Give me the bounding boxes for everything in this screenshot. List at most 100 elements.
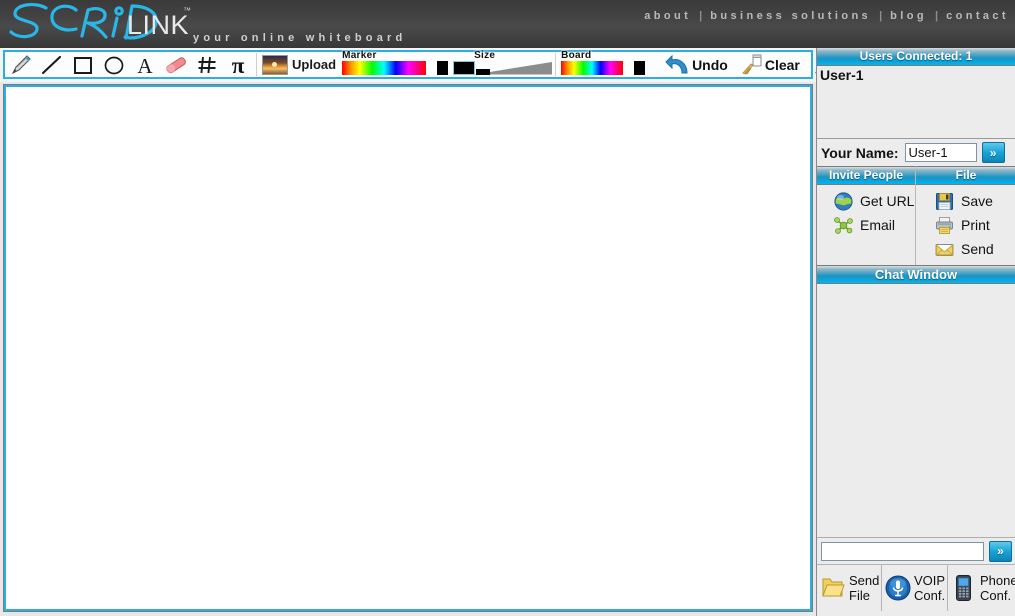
folder-icon xyxy=(820,573,846,603)
nav-separator: | xyxy=(935,10,939,22)
whiteboard-canvas[interactable] xyxy=(3,84,813,612)
marker-swatch-white[interactable] xyxy=(426,61,438,75)
text-tool[interactable]: A xyxy=(129,52,160,77)
rectangle-tool[interactable] xyxy=(67,52,98,77)
marker-swatch-black[interactable] xyxy=(437,61,449,75)
chat-input-row: » xyxy=(817,538,1015,564)
board-rainbow-swatches[interactable] xyxy=(561,61,624,75)
size-label: Size xyxy=(474,50,496,61)
marker-rainbow-swatches[interactable] xyxy=(342,61,427,75)
broom-icon xyxy=(742,54,762,75)
main-nav: about | business solutions | blog | cont… xyxy=(640,10,1013,22)
phone-conf-button[interactable]: Phone Conf. xyxy=(947,565,1015,611)
your-name-label: Your Name: xyxy=(821,144,899,161)
send-file-button[interactable]: Send File xyxy=(817,565,881,611)
nav-item-contact[interactable]: contact xyxy=(942,10,1013,22)
printer-icon xyxy=(934,215,955,236)
your-name-input[interactable] xyxy=(904,143,977,162)
list-item: User-1 xyxy=(820,67,864,83)
bottom-action-bar: Send File VOIP Conf. Phone Conf. xyxy=(817,564,1015,611)
board-color-picker[interactable]: Board xyxy=(561,50,657,77)
chat-message-list xyxy=(817,284,1015,538)
invite-people-body: Get URL Email xyxy=(817,185,915,259)
line-tool[interactable] xyxy=(36,52,67,77)
board-label: Board xyxy=(561,50,592,61)
envelope-icon xyxy=(934,239,955,260)
rectangle-icon xyxy=(73,56,92,74)
chevron-right-double-icon: » xyxy=(989,145,997,160)
file-panel: File Save Print Send xyxy=(916,166,1015,265)
nav-item-about[interactable]: about xyxy=(640,10,695,22)
users-connected-count: 1 xyxy=(965,49,973,63)
chat-window-header: Chat Window xyxy=(817,265,1015,284)
users-connected-header: Users Connected: 1 xyxy=(817,48,1015,66)
pen-icon xyxy=(11,54,31,74)
users-list: User-1 xyxy=(817,66,1015,139)
network-icon xyxy=(833,215,854,236)
send-button[interactable]: Send xyxy=(916,237,1015,261)
floppy-disk-icon xyxy=(934,191,955,212)
marker-label: Marker xyxy=(342,50,377,61)
upload-button[interactable]: Upload xyxy=(262,54,337,75)
upload-label: Upload xyxy=(292,57,337,72)
toolbar-divider xyxy=(256,53,257,76)
users-connected-label: Users Connected: xyxy=(859,49,963,63)
undo-arrow-icon xyxy=(665,54,688,73)
save-label: Save xyxy=(961,193,993,209)
voip-conf-button[interactable]: VOIP Conf. xyxy=(881,565,947,611)
phone-conf-label: Phone Conf. xyxy=(980,573,1015,603)
voip-conf-label: VOIP Conf. xyxy=(914,573,946,603)
clear-label: Clear xyxy=(764,56,800,73)
get-url-button[interactable]: Get URL xyxy=(817,189,915,213)
text-icon: A xyxy=(137,54,153,76)
microphone-icon xyxy=(885,573,911,603)
invite-people-panel: Invite People Get URL Email xyxy=(817,166,916,265)
svg-text:LINK: LINK xyxy=(127,10,189,40)
eraser-tool[interactable] xyxy=(160,52,191,77)
ellipse-icon xyxy=(104,56,123,74)
nav-separator: | xyxy=(699,10,703,22)
line-icon xyxy=(41,55,61,74)
right-sidebar: Users Connected: 1 User-1 Your Name: » I… xyxy=(816,48,1015,616)
chevron-right-double-icon: » xyxy=(997,544,1004,558)
undo-button[interactable]: Undo xyxy=(663,53,730,77)
undo-label: Undo xyxy=(692,56,728,73)
invite-people-header: Invite People xyxy=(817,166,915,185)
board-swatch-black[interactable] xyxy=(634,61,646,75)
file-header: File xyxy=(916,166,1015,185)
scriblink-app: LINK ™ your online whiteboard about | bu… xyxy=(0,0,1015,616)
send-file-label: Send File xyxy=(849,573,880,603)
print-button[interactable]: Print xyxy=(916,213,1015,237)
ellipse-tool[interactable] xyxy=(98,52,129,77)
send-label: Send xyxy=(961,241,994,257)
grid-tool[interactable] xyxy=(191,52,222,77)
math-tool[interactable]: π xyxy=(222,52,253,77)
size-slider-knob[interactable] xyxy=(476,69,491,75)
brush-size-picker[interactable]: Size xyxy=(474,50,553,77)
svg-text:™: ™ xyxy=(183,6,191,15)
email-button[interactable]: Email xyxy=(817,213,915,237)
get-url-label: Get URL xyxy=(860,193,915,209)
save-button[interactable]: Save xyxy=(916,189,1015,213)
nav-item-blog[interactable]: blog xyxy=(886,10,931,22)
nav-separator: | xyxy=(879,10,883,22)
submit-name-button[interactable]: » xyxy=(981,142,1005,163)
chat-input[interactable] xyxy=(821,541,984,561)
pen-tool[interactable] xyxy=(5,52,36,77)
clear-button[interactable]: Clear xyxy=(738,53,802,77)
nav-item-business-solutions[interactable]: business solutions xyxy=(706,10,875,22)
invite-file-columns: Invite People Get URL Email File Save Pr… xyxy=(817,166,1015,265)
toolbar-inner: A π Upload Marker Size Board Undo Clear xyxy=(3,50,831,79)
image-thumbnail-icon xyxy=(262,54,288,75)
toolbar-divider xyxy=(555,53,557,76)
site-header: LINK ™ your online whiteboard about | bu… xyxy=(0,0,1015,48)
mobile-phone-icon xyxy=(951,573,977,603)
pi-icon: π xyxy=(231,54,244,76)
logo[interactable]: LINK ™ xyxy=(6,0,196,46)
chat-send-button[interactable]: » xyxy=(989,540,1012,562)
board-swatch-white[interactable] xyxy=(623,61,635,75)
eraser-icon xyxy=(165,56,186,73)
email-label: Email xyxy=(860,217,896,233)
marker-color-picker[interactable]: Marker xyxy=(342,50,476,77)
marker-current-color xyxy=(453,61,476,75)
